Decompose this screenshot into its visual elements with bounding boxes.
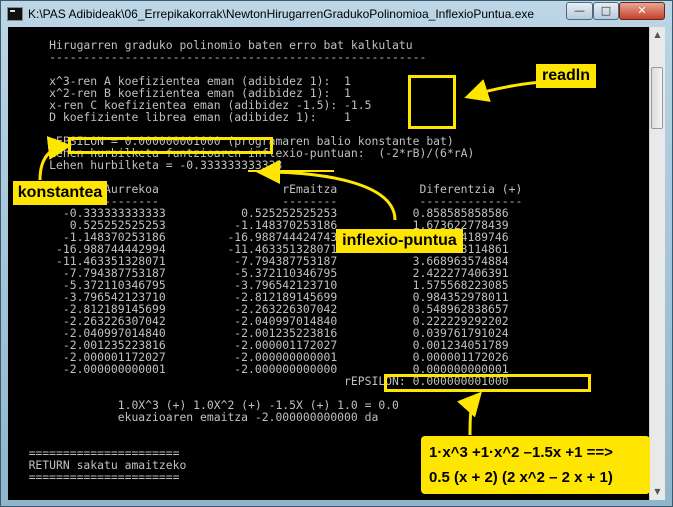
- input-values-highlight: [408, 75, 456, 129]
- epsilon-constant-highlight: [68, 137, 273, 154]
- console-line: Lehen hurbilketa = -0.333333333333: [8, 158, 283, 172]
- inflexio-value-underline: [248, 170, 334, 174]
- console-line: D koefiziente librea eman (adibidez 1): …: [8, 110, 351, 124]
- polynomial-expression: 1·x^3 +1·x^2 –1.5x +1 ==>: [429, 444, 613, 461]
- maximize-button[interactable]: □: [593, 2, 619, 20]
- scroll-down-arrow-icon[interactable]: ▼: [651, 484, 664, 500]
- scrollbar-thumb[interactable]: [651, 67, 663, 129]
- vertical-scrollbar[interactable]: ▲ ▼: [649, 27, 665, 500]
- konstantea-label: konstantea: [13, 181, 107, 205]
- console-app-icon: [7, 7, 23, 21]
- minimize-button[interactable]: —: [566, 2, 593, 20]
- title-bar[interactable]: K:\PAS Adibideak\06_Errepikakorrak\Newto…: [1, 1, 672, 27]
- scroll-up-arrow-icon[interactable]: ▲: [651, 27, 664, 43]
- window-title: K:\PAS Adibideak\06_Errepikakorrak\Newto…: [28, 7, 535, 21]
- close-button[interactable]: ✕: [619, 2, 665, 20]
- epsilon-final-highlight: [384, 374, 591, 392]
- console-line: ekuazioaren emaitza -2.000000000000 da: [8, 410, 379, 424]
- console-output[interactable]: Hirugarren graduko polinomio baten erro …: [8, 27, 649, 500]
- readln-label: readln: [536, 64, 596, 88]
- inflexio-puntua-label: inflexio-puntua: [336, 229, 463, 253]
- console-line: ----------------------------------------…: [8, 50, 427, 64]
- console-line: ======================: [8, 470, 180, 484]
- factored-expression: 0.5 (x + 2) (2 x^2 – 2 x + 1): [429, 469, 613, 486]
- factorization-callout: 1·x^3 +1·x^2 –1.5x +1 ==> 0.5 (x + 2) (2…: [421, 436, 650, 494]
